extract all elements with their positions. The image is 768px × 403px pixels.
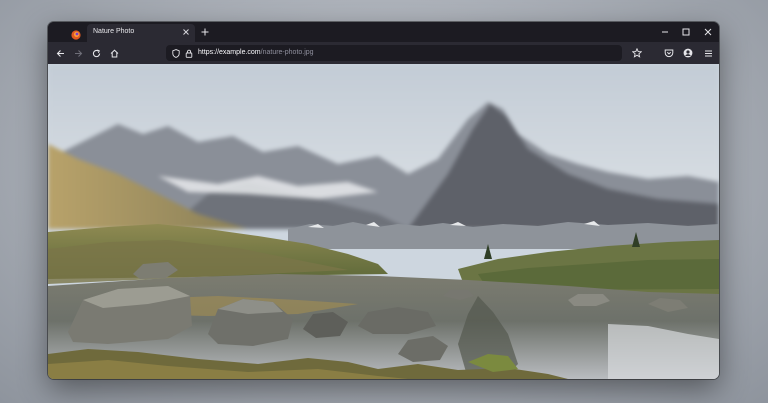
forward-arrow-icon[interactable] [72, 47, 84, 59]
minimize-icon[interactable] [659, 26, 671, 38]
page-content [48, 64, 719, 379]
nav-toolbar: https://example.com/nature-photo.jpg [48, 42, 719, 64]
firefox-icon [71, 27, 81, 40]
url-path: /nature-photo.jpg [260, 49, 314, 56]
blurred-mountain-backdrop [48, 64, 719, 229]
title-bar: Nature Photo [48, 22, 719, 42]
star-icon[interactable] [631, 47, 643, 59]
tab-title: Nature Photo [93, 28, 135, 35]
close-icon[interactable] [181, 27, 191, 37]
url-text: https://example.com/nature-photo.jpg [198, 49, 314, 56]
pocket-icon[interactable] [663, 47, 675, 59]
plus-icon[interactable] [199, 26, 211, 38]
maximize-icon[interactable] [680, 26, 692, 38]
address-bar[interactable]: https://example.com/nature-photo.jpg [166, 45, 622, 61]
account-icon[interactable] [682, 47, 694, 59]
lock-icon[interactable] [184, 48, 194, 58]
tab-nature-photo[interactable]: Nature Photo [87, 24, 195, 42]
back-arrow-icon[interactable] [54, 47, 66, 59]
window-close-icon[interactable] [702, 26, 714, 38]
browser-window: Nature Photo https://example.com/nature-… [48, 22, 719, 379]
shield-icon[interactable] [171, 48, 181, 58]
hamburger-menu-icon[interactable] [702, 47, 714, 59]
nature-photo [48, 64, 719, 379]
home-icon[interactable] [108, 47, 120, 59]
url-host: https://example.com [198, 49, 261, 56]
reload-icon[interactable] [90, 47, 102, 59]
